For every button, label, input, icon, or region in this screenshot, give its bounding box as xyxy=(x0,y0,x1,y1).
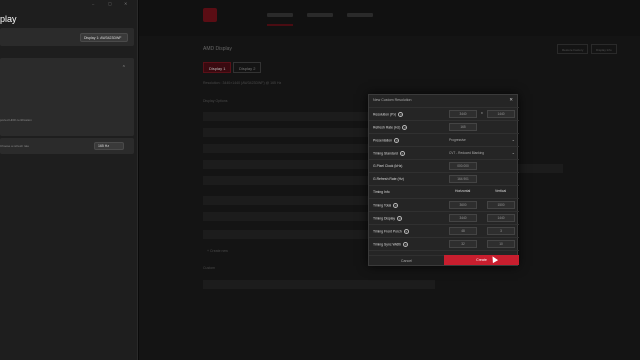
help-icon[interactable]: ? xyxy=(403,229,409,234)
timing-display-v-input[interactable]: 1440 xyxy=(487,214,515,222)
option-row[interactable] xyxy=(203,128,369,137)
help-icon[interactable]: ? xyxy=(394,138,400,143)
timing-info-label: Timing Info xyxy=(373,190,390,194)
dialog-title: New Custom Resolution xyxy=(373,98,412,102)
refresh-select[interactable]: 165 Hz xyxy=(94,142,124,150)
nav-item[interactable] xyxy=(267,13,293,17)
timing-total-label: Timing Total? xyxy=(373,203,399,208)
g-refresh-label: G.Refresh Rate (Hz) xyxy=(373,177,404,181)
help-icon[interactable]: ? xyxy=(398,112,404,117)
window-title: play xyxy=(0,14,17,24)
timing-total-v-input[interactable]: 1500 xyxy=(487,201,515,209)
section-title: Custom xyxy=(203,266,216,270)
maximize-icon[interactable]: ▢ xyxy=(108,1,112,6)
option-row[interactable] xyxy=(203,112,369,121)
settings-window: – ▢ ✕ play Display 1: AW3423DWF ⌃ ported… xyxy=(0,0,138,360)
timing-display-row: Timing Display? 3440 1440 xyxy=(369,211,519,224)
horizontal-header: Horizontal xyxy=(455,189,471,193)
sync-width-h-input[interactable]: 32 xyxy=(449,240,477,248)
restore-factory-button[interactable]: Restore Factory xyxy=(557,44,589,54)
resolution-row: Resolution (Px)? 3440 x 1440 xyxy=(369,107,519,120)
chevron-down-icon: ⌄ xyxy=(511,137,515,142)
create-button[interactable]: Create xyxy=(444,255,519,265)
page-title: AMD Display xyxy=(203,46,232,52)
chevron-down-icon: ⌄ xyxy=(511,150,515,155)
cancel-button[interactable]: Cancel xyxy=(369,255,444,265)
top-nav xyxy=(139,0,640,36)
tab-display-2[interactable]: Display 2 xyxy=(233,62,262,73)
refresh-rate-input[interactable]: 165 xyxy=(449,123,477,131)
help-icon[interactable]: ? xyxy=(399,151,405,156)
g-refresh-value: 164.901 xyxy=(449,175,477,183)
pixel-clock-label: G.Pixel Clock (kHz) xyxy=(373,164,403,168)
front-porch-v-input[interactable]: 3 xyxy=(487,227,515,235)
nav-item[interactable] xyxy=(347,13,373,17)
g-refresh-row: G.Refresh Rate (Hz) 164.901 xyxy=(369,172,519,185)
panel-line: ported HDR certification xyxy=(0,118,32,122)
front-porch-h-input[interactable]: 48 xyxy=(449,227,477,235)
section-title: Display Options xyxy=(203,99,228,103)
timing-front-porch-row: Timing Front Porch? 48 3 xyxy=(369,224,519,237)
nav-active-indicator xyxy=(267,24,293,26)
timing-front-porch-label: Timing Front Porch? xyxy=(373,229,409,234)
resolution-height-input[interactable]: 1440 xyxy=(487,110,515,118)
help-icon[interactable]: ? xyxy=(402,125,408,130)
option-row[interactable] xyxy=(203,212,369,221)
display-info-button[interactable]: Display Info xyxy=(591,44,617,54)
pixel-clock-row: G.Pixel Clock (kHz) 000.000 xyxy=(369,159,519,172)
refresh-rate-row: Refresh Rate (Hz)? 165 xyxy=(369,120,519,133)
pixel-clock-value: 000.000 xyxy=(449,162,477,170)
display-select-row: Display 1: AW3423DWF xyxy=(0,28,134,46)
timing-display-h-input[interactable]: 3440 xyxy=(449,214,477,222)
presentation-row: Presentation? Progressive ⌄ xyxy=(369,133,519,146)
option-row[interactable] xyxy=(203,160,369,169)
refresh-row: Choose a refresh rate 165 Hz xyxy=(0,138,134,154)
timing-standard-label: Timing Standard? xyxy=(373,151,405,156)
option-row[interactable] xyxy=(203,230,369,239)
amd-logo[interactable] xyxy=(203,8,217,22)
create-new-link[interactable]: + Create new xyxy=(207,249,228,253)
timing-total-h-input[interactable]: 3600 xyxy=(449,201,477,209)
custom-row[interactable] xyxy=(203,280,435,289)
help-icon[interactable]: ? xyxy=(397,216,403,221)
timing-standard-dropdown[interactable]: CVT - Reduced Blanking ⌄ xyxy=(449,149,515,157)
refresh-row-label: Choose a refresh rate xyxy=(0,144,30,148)
refresh-rate-label: Refresh Rate (Hz)? xyxy=(373,125,408,130)
nav-item[interactable] xyxy=(307,13,333,17)
hdr-panel: ⌃ ported HDR certification xyxy=(0,58,134,136)
timing-sync-width-label: Timing Sync Width? xyxy=(373,242,409,247)
option-row[interactable] xyxy=(203,176,369,185)
resolution-subtitle: Resolution : 3440×1440 (AW3423DWF) @ 165… xyxy=(203,81,282,85)
resolution-label: Resolution (Px)? xyxy=(373,112,404,117)
timing-info-row: Timing Info Horizontal Vertical xyxy=(369,185,519,198)
close-icon[interactable]: ✕ xyxy=(124,1,127,6)
timing-standard-row: Timing Standard? CVT - Reduced Blanking ⌄ xyxy=(369,146,519,159)
minimize-icon[interactable]: – xyxy=(92,1,94,6)
help-icon[interactable]: ? xyxy=(403,242,409,247)
custom-resolution-dialog: New Custom Resolution ✕ Resolution (Px)?… xyxy=(368,94,519,266)
close-icon[interactable]: ✕ xyxy=(509,97,513,103)
option-row[interactable] xyxy=(203,144,369,153)
chevron-up-icon[interactable]: ⌃ xyxy=(122,65,126,71)
display-select[interactable]: Display 1: AW3423DWF xyxy=(80,33,128,42)
timing-sync-width-row: Timing Sync Width? 32 10 xyxy=(369,237,519,250)
option-row[interactable] xyxy=(203,196,369,205)
resolution-width-input[interactable]: 3440 xyxy=(449,110,477,118)
timing-total-row: Timing Total? 3600 1500 xyxy=(369,198,519,211)
by-separator: x xyxy=(481,111,483,115)
screen: – ▢ ✕ play Display 1: AW3423DWF ⌃ ported… xyxy=(0,0,640,360)
presentation-label: Presentation? xyxy=(373,138,400,143)
presentation-dropdown[interactable]: Progressive ⌄ xyxy=(449,136,515,144)
tab-display-1[interactable]: Display 1 xyxy=(203,62,232,73)
sync-width-v-input[interactable]: 10 xyxy=(487,240,515,248)
help-icon[interactable]: ? xyxy=(393,203,399,208)
timing-display-label: Timing Display? xyxy=(373,216,403,221)
vertical-header: Vertical xyxy=(495,189,507,193)
